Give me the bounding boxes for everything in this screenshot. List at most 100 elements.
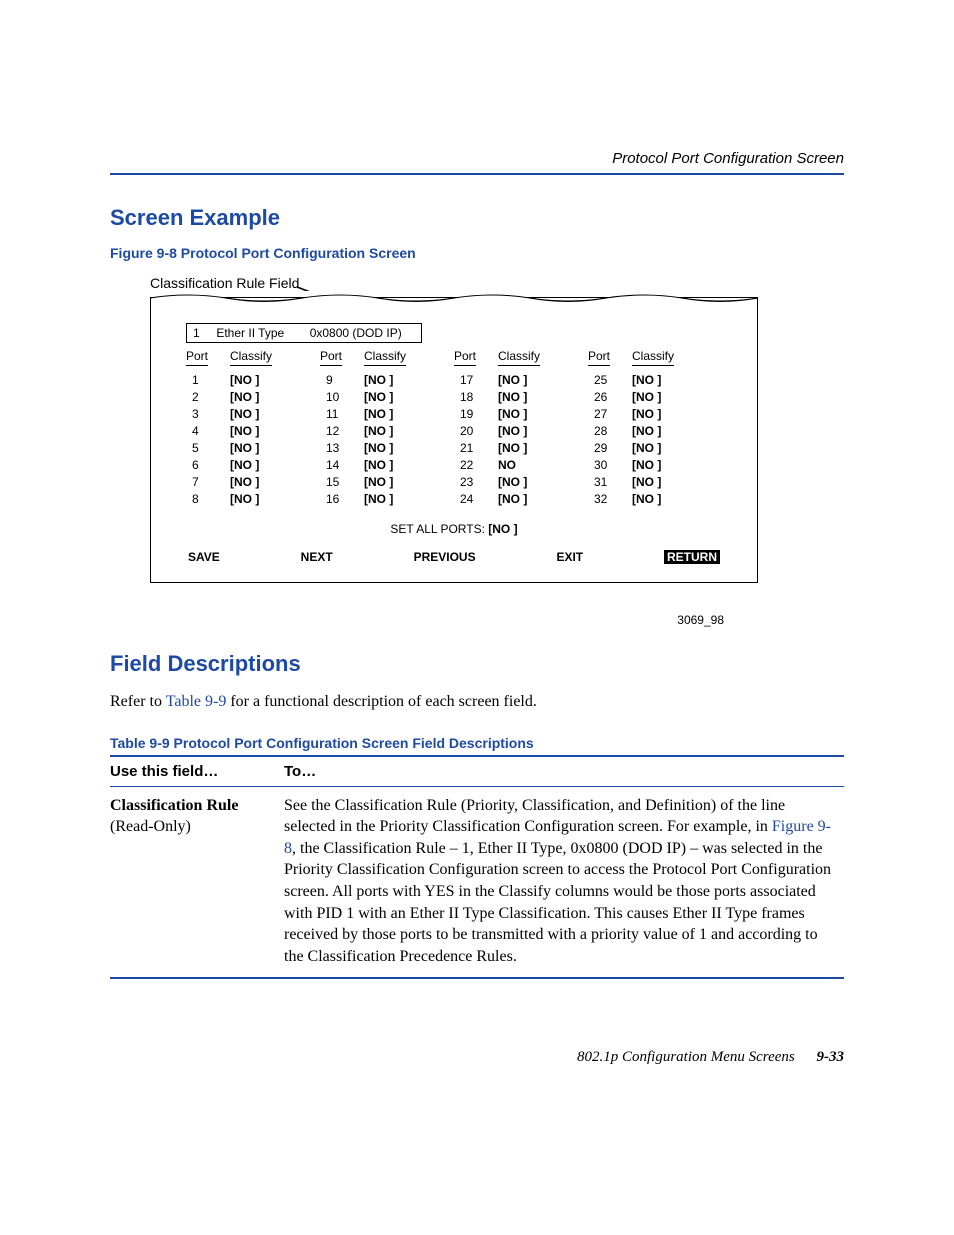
exit-button[interactable]: EXIT: [556, 550, 583, 564]
port-number: 8: [186, 491, 230, 508]
port-classify-value[interactable]: [NO ]: [498, 423, 568, 440]
port-classify-value[interactable]: [NO ]: [632, 491, 702, 508]
table-caption: Table 9-9 Protocol Port Configuration Sc…: [110, 735, 844, 751]
port-number: 2: [186, 389, 230, 406]
port-column: PortClassify1[NO ]2[NO ]3[NO ]4[NO ]5[NO…: [186, 349, 320, 508]
port-classify-value[interactable]: [NO ]: [364, 389, 434, 406]
classification-type: Ether II Type: [216, 326, 306, 340]
port-classify-value[interactable]: [NO ]: [498, 389, 568, 406]
return-button[interactable]: RETURN: [664, 550, 720, 564]
port-classify-value[interactable]: [NO ]: [498, 406, 568, 423]
port-number: 31: [588, 474, 632, 491]
port-number: 10: [320, 389, 364, 406]
port-number: 26: [588, 389, 632, 406]
port-classify-value[interactable]: [NO ]: [632, 372, 702, 389]
section-screen-example: Screen Example: [110, 205, 844, 231]
port-classify-value[interactable]: [NO ]: [230, 474, 300, 491]
port-number: 4: [186, 423, 230, 440]
port-number: 30: [588, 457, 632, 474]
desc-part-b: , the Classification Rule – 1, Ether II …: [284, 840, 831, 965]
header-rule: [110, 173, 844, 175]
port-classify-value[interactable]: [NO ]: [364, 440, 434, 457]
port-classify-value[interactable]: [NO ]: [364, 423, 434, 440]
figure-caption-text: Protocol Port Configuration Screen: [177, 245, 416, 261]
port-classify-value[interactable]: [NO ]: [632, 389, 702, 406]
port-classify-value[interactable]: [NO ]: [230, 406, 300, 423]
page-footer: 802.1p Configuration Menu Screens 9-33: [110, 1049, 844, 1066]
port-number: 9: [320, 372, 364, 389]
wavy-border-icon: [150, 291, 758, 305]
port-classify-value[interactable]: [NO ]: [230, 440, 300, 457]
port-row: 12[NO ]: [320, 423, 454, 440]
set-all-ports-value[interactable]: [NO ]: [488, 522, 517, 536]
column-header-classify: Classify: [632, 349, 702, 363]
set-all-ports-label: SET ALL PORTS:: [390, 522, 488, 536]
port-row: 25[NO ]: [588, 372, 722, 389]
column-header-port: Port: [588, 349, 632, 363]
port-number: 6: [186, 457, 230, 474]
next-button[interactable]: NEXT: [301, 550, 333, 564]
port-classify-value[interactable]: [NO ]: [230, 491, 300, 508]
port-number: 24: [454, 491, 498, 508]
port-row: 2[NO ]: [186, 389, 320, 406]
desc-part-a: See the Classification Rule (Priority, C…: [284, 797, 785, 836]
port-row: 24[NO ]: [454, 491, 588, 508]
port-number: 1: [186, 372, 230, 389]
port-classify-value[interactable]: [NO ]: [498, 491, 568, 508]
port-classify-value[interactable]: [NO ]: [632, 423, 702, 440]
column-header-row: PortClassify: [186, 349, 320, 363]
figure-caption: Figure 9-8 Protocol Port Configuration S…: [110, 245, 844, 261]
section-field-descriptions: Field Descriptions: [110, 651, 844, 677]
port-classify-value[interactable]: [NO ]: [632, 440, 702, 457]
port-number: 11: [320, 406, 364, 423]
port-number: 21: [454, 440, 498, 457]
classification-pid: 1: [193, 326, 213, 340]
port-number: 28: [588, 423, 632, 440]
port-classify-value[interactable]: [NO ]: [364, 406, 434, 423]
port-table: PortClassify1[NO ]2[NO ]3[NO ]4[NO ]5[NO…: [186, 349, 722, 508]
port-classify-value[interactable]: [NO ]: [364, 474, 434, 491]
column-header-port: Port: [320, 349, 364, 363]
port-row: 8[NO ]: [186, 491, 320, 508]
port-classify-value[interactable]: [NO ]: [632, 474, 702, 491]
port-classify-value[interactable]: [NO ]: [498, 440, 568, 457]
table-caption-text: Protocol Port Configuration Screen Field…: [170, 735, 534, 751]
port-row: 6[NO ]: [186, 457, 320, 474]
column-header-row: PortClassify: [454, 349, 588, 363]
column-underline: [186, 365, 320, 366]
port-classify-value[interactable]: [NO ]: [230, 389, 300, 406]
port-classify-value[interactable]: [NO ]: [632, 406, 702, 423]
port-row: 27[NO ]: [588, 406, 722, 423]
port-classify-value[interactable]: [NO ]: [364, 491, 434, 508]
port-classify-value[interactable]: [NO ]: [632, 457, 702, 474]
column-underline: [588, 365, 722, 366]
column-underline: [320, 365, 454, 366]
port-row: 20[NO ]: [454, 423, 588, 440]
port-classify-value[interactable]: [NO ]: [364, 457, 434, 474]
figure-wrap: Classification Rule Field 1 Ether II Typ…: [150, 275, 844, 605]
table-head-to: To…: [284, 756, 844, 787]
port-row: 7[NO ]: [186, 474, 320, 491]
port-row: 9[NO ]: [320, 372, 454, 389]
port-classify-value[interactable]: [NO ]: [498, 474, 568, 491]
column-header-classify: Classify: [364, 349, 434, 363]
port-row: 1[NO ]: [186, 372, 320, 389]
port-number: 17: [454, 372, 498, 389]
port-number: 25: [588, 372, 632, 389]
previous-button[interactable]: PREVIOUS: [414, 550, 476, 564]
port-classify-value[interactable]: [NO ]: [230, 423, 300, 440]
table-9-9-link[interactable]: Table 9-9: [166, 693, 227, 710]
column-header-row: PortClassify: [320, 349, 454, 363]
port-classify-value[interactable]: [NO ]: [230, 372, 300, 389]
figure-id: 3069_98: [110, 613, 724, 627]
port-classify-value[interactable]: [NO ]: [364, 372, 434, 389]
column-underline: [454, 365, 588, 366]
save-button[interactable]: SAVE: [188, 550, 220, 564]
port-number: 14: [320, 457, 364, 474]
classification-rule-label: Classification Rule Field: [150, 275, 299, 291]
port-classify-value[interactable]: [NO ]: [498, 372, 568, 389]
port-classify-value[interactable]: NO: [498, 457, 568, 474]
port-row: 3[NO ]: [186, 406, 320, 423]
port-classify-value[interactable]: [NO ]: [230, 457, 300, 474]
port-number: 27: [588, 406, 632, 423]
